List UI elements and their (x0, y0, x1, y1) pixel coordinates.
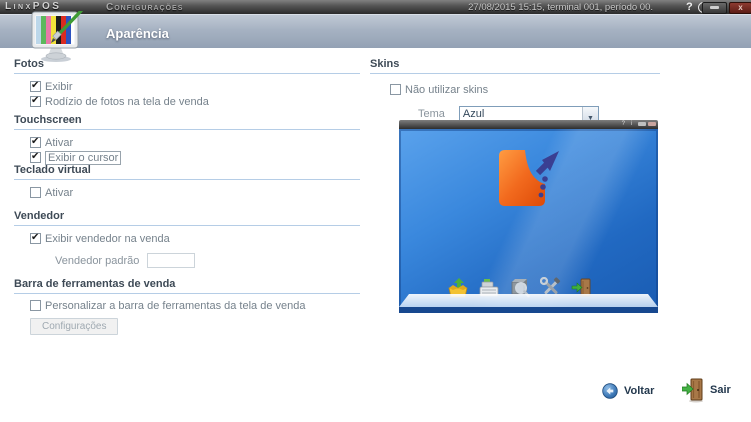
checkbox[interactable] (30, 151, 41, 163)
preview-bottom-edge (399, 307, 658, 313)
preview-close-icon (648, 122, 656, 126)
section-skins: Skins Não utilizar skins Tema Azul ▼ (370, 58, 660, 122)
exit-label: Sair (710, 384, 731, 396)
monitor-paintbrush-icon (31, 11, 83, 62)
theme-selected-value: Azul (462, 108, 485, 120)
page-title: Aparência (106, 26, 169, 41)
chevron-down-icon[interactable]: ▼ (581, 107, 598, 122)
default-seller-row: Vendedor padrão (55, 253, 360, 268)
back-arrow-icon (602, 383, 618, 399)
checkbox-label: Rodízio de fotos na tela de venda (45, 95, 209, 108)
section-title-barra: Barra de ferramentas de venda (14, 278, 360, 294)
exit-button[interactable]: Sair (682, 377, 731, 403)
checkbox[interactable] (30, 80, 41, 92)
appearance-settings-screen: LinxPOS Configurações 27/08/2015 15:15, … (0, 0, 751, 422)
minimize-icon (710, 6, 719, 9)
preview-titlebar-glyphs: ? i (621, 121, 634, 127)
checkbox-row-ativar-touchscreen[interactable]: Ativar (30, 135, 360, 150)
checkbox[interactable] (30, 95, 41, 107)
checkbox-row-nao-utilizar-skins[interactable]: Não utilizar skins (390, 82, 660, 97)
section-title-vendedor: Vendedor (14, 210, 360, 226)
checkbox-row-personalizar-barra[interactable]: Personalizar a barra de ferramentas da t… (30, 298, 360, 313)
preview-titlebar: ? i (399, 120, 658, 129)
checkbox-row-exibir-cursor[interactable]: Exibir o cursor (30, 150, 360, 165)
section-barra-ferramentas: Barra de ferramentas de venda Personaliz… (14, 278, 360, 335)
checkbox[interactable] (390, 84, 401, 95)
checkbox-row-exibir-vendedor[interactable]: Exibir vendedor na venda (30, 231, 360, 246)
checkbox-label: Não utilizar skins (405, 83, 489, 96)
checkbox-label-focused: Exibir o cursor (45, 150, 122, 165)
checkbox-row-rodizio-fotos[interactable]: Rodízio de fotos na tela de venda (30, 94, 360, 109)
checkbox-row-exibir-fotos[interactable]: Exibir (30, 79, 360, 94)
section-fotos: Fotos Exibir Rodízio de fotos na tela de… (14, 58, 360, 109)
help-icon[interactable]: ? (686, 0, 693, 14)
default-seller-label: Vendedor padrão (55, 254, 140, 267)
exit-door-icon (682, 378, 703, 403)
checkbox-row-ativar-teclado[interactable]: Ativar (30, 185, 360, 200)
theme-label: Tema (418, 108, 445, 120)
section-title-touchscreen: Touchscreen (14, 114, 360, 130)
checkbox-label: Exibir (45, 80, 73, 93)
checkbox-label: Personalizar a barra de ferramentas da t… (45, 299, 306, 312)
checkbox-label: Ativar (45, 186, 74, 199)
preview-dock-shelf (399, 294, 658, 307)
window-titlebar: LinxPOS Configurações 27/08/2015 15:15, … (0, 0, 751, 14)
preview-desktop (399, 129, 658, 313)
checkbox[interactable] (30, 232, 41, 244)
section-teclado-virtual: Teclado virtual Ativar (14, 164, 360, 200)
back-label: Voltar (624, 385, 655, 397)
checkbox[interactable] (30, 300, 41, 311)
default-seller-input[interactable] (147, 253, 196, 268)
back-button[interactable]: Voltar (602, 383, 654, 399)
theme-preview-image: ? i (399, 120, 658, 313)
section-title-teclado: Teclado virtual (14, 164, 360, 180)
toolbar-config-button[interactable]: Configurações (30, 318, 119, 335)
checkbox[interactable] (30, 187, 41, 198)
checkbox[interactable] (30, 136, 41, 148)
minimize-button[interactable] (702, 2, 727, 14)
section-touchscreen: Touchscreen Ativar Exibir o cursor (14, 114, 360, 165)
preview-minimize-icon (638, 122, 646, 126)
linxpos-orange-logo (499, 150, 559, 206)
session-status-text: 27/08/2015 15:15, terminal 001, período … (468, 2, 653, 13)
section-title-skins: Skins (370, 58, 660, 74)
checkbox-label: Exibir vendedor na venda (45, 232, 170, 245)
section-vendedor: Vendedor Exibir vendedor na venda Vended… (14, 210, 360, 268)
window-title: Configurações (106, 2, 184, 13)
close-button[interactable]: x (729, 2, 751, 14)
checkbox-label: Ativar (45, 136, 74, 149)
